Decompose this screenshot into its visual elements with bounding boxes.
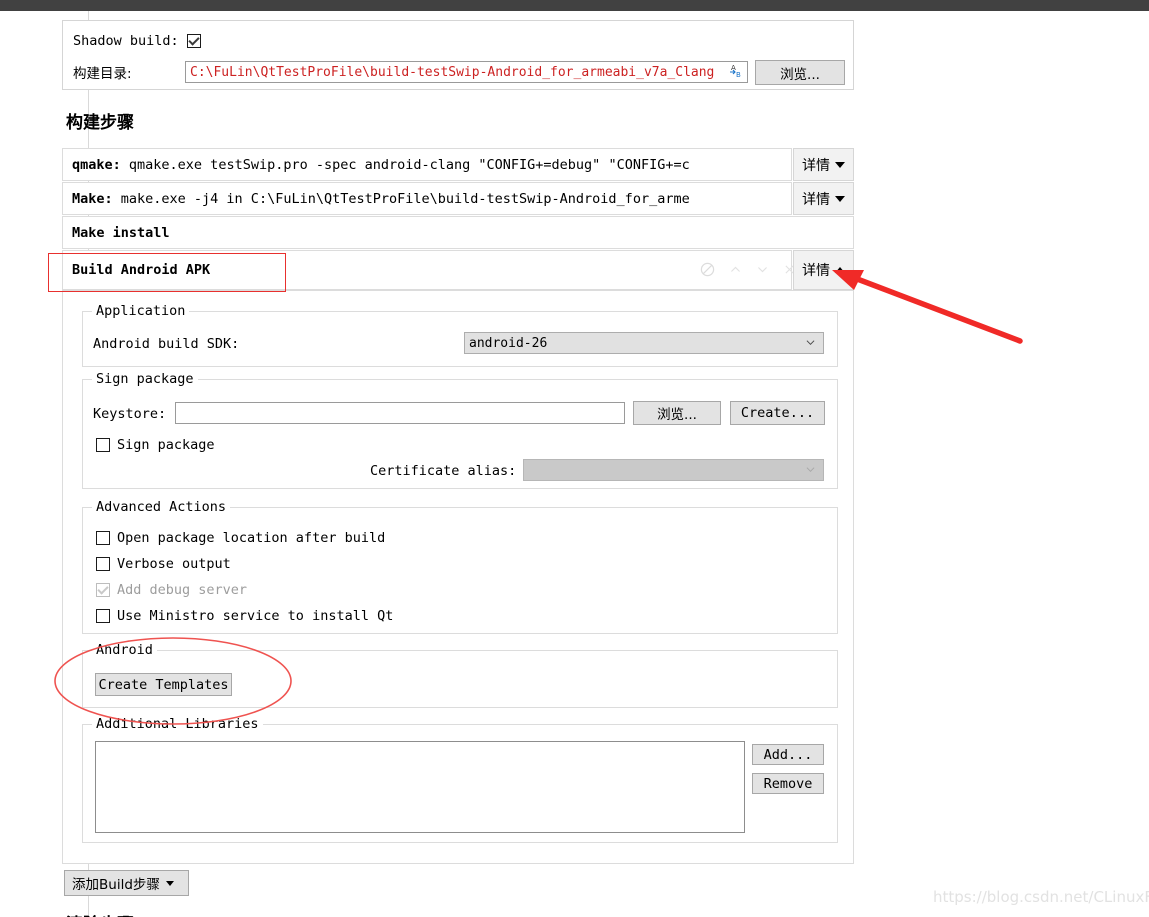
detail-button-qmake-label: 详情 (802, 157, 830, 174)
build-directory-value: C:\FuLin\QtTestProFile\build-testSwip-An… (190, 64, 715, 80)
move-up-icon[interactable] (729, 263, 742, 276)
keystore-label: Keystore: (93, 406, 167, 422)
remove-library-button[interactable]: Remove (752, 773, 824, 794)
build-step-build-android-apk-prefix: Build Android APK (72, 262, 211, 278)
application-group-title: Application (92, 303, 190, 319)
shadow-build-row: Shadow build: (73, 33, 201, 49)
build-directory-row: 构建目录: (73, 62, 132, 82)
build-step-qmake-text: qmake: qmake.exe testSwip.pro -spec andr… (63, 157, 690, 173)
chevron-down-icon (835, 161, 845, 168)
additional-libraries-list[interactable] (95, 741, 745, 833)
android-build-sdk-combo[interactable]: android-26 (464, 332, 824, 354)
svg-text:B: B (736, 71, 741, 79)
add-build-step-button[interactable]: 添加Build步骤 (64, 870, 189, 896)
build-step-make-install-text: Make install (63, 225, 170, 241)
add-debug-server-label: Add debug server (117, 582, 248, 598)
advanced-option-use-ministro[interactable]: Use Ministro service to install Qt (96, 608, 393, 624)
sign-package-checkbox-label: Sign package (117, 437, 215, 453)
screenshot-root: Shadow build: 构建目录: C:\FuLin\QtTestProFi… (0, 0, 1149, 917)
add-library-button[interactable]: Add... (752, 744, 824, 765)
build-step-qmake[interactable]: qmake: qmake.exe testSwip.pro -spec andr… (62, 148, 792, 181)
window-title-bar (0, 0, 1149, 11)
build-directory-browse-button[interactable]: 浏览... (755, 60, 845, 85)
keystore-input[interactable] (175, 402, 625, 424)
move-down-icon[interactable] (756, 263, 769, 276)
disable-icon[interactable] (700, 262, 715, 277)
android-build-sdk-value: android-26 (469, 335, 548, 351)
sign-package-checkbox[interactable] (96, 438, 110, 452)
open-package-location-checkbox[interactable] (96, 531, 110, 545)
build-step-make-install-prefix: Make install (72, 224, 170, 241)
chevron-down-icon (806, 467, 815, 473)
build-step-build-android-apk-text: Build Android APK (63, 262, 210, 278)
advanced-option-verbose-output[interactable]: Verbose output (96, 556, 231, 572)
build-directory-input[interactable]: C:\FuLin\QtTestProFile\build-testSwip-An… (185, 61, 748, 83)
verbose-output-checkbox[interactable] (96, 557, 110, 571)
chevron-down-icon (835, 195, 845, 202)
watermark: https://blog.csdn.net/CLinuxF (933, 888, 1149, 906)
use-ministro-checkbox[interactable] (96, 609, 110, 623)
build-step-make-text: Make: make.exe -j4 in C:\FuLin\QtTestPro… (63, 191, 690, 207)
build-step-make-prefix: Make: (72, 190, 113, 207)
annotation-arrow-to-detail-button (832, 270, 1023, 344)
variable-substitution-icon[interactable]: A B (729, 63, 745, 79)
build-steps-heading: 构建步骤 (66, 113, 134, 133)
chevron-down-icon (806, 340, 815, 346)
detail-button-make[interactable]: 详情 (793, 182, 854, 215)
clear-steps-heading: 清除步骤 (66, 910, 266, 917)
build-step-row-icons (700, 262, 796, 277)
chevron-down-icon (165, 880, 174, 886)
advanced-actions-group-title: Advanced Actions (92, 499, 231, 515)
chevron-up-icon (835, 267, 845, 273)
create-templates-button[interactable]: Create Templates (95, 673, 232, 696)
build-step-qmake-command: qmake.exe testSwip.pro -spec android-cla… (120, 156, 690, 173)
detail-button-build-android-apk-label: 详情 (802, 263, 830, 279)
certificate-alias-label: Certificate alias: (370, 463, 517, 479)
build-step-make-install[interactable]: Make install (62, 216, 854, 249)
detail-button-make-label: 详情 (802, 191, 830, 208)
android-build-sdk-label: Android build SDK: (93, 336, 240, 352)
use-ministro-label: Use Ministro service to install Qt (117, 608, 394, 624)
android-group-title: Android (92, 642, 157, 658)
advanced-option-add-debug-server: Add debug server (96, 582, 247, 598)
sign-package-group-title: Sign package (92, 371, 198, 387)
build-step-qmake-prefix: qmake: (72, 156, 121, 173)
additional-libraries-group-title: Additional Libraries (92, 716, 263, 732)
add-build-step-label: 添加Build步骤 (72, 877, 160, 893)
build-step-make[interactable]: Make: make.exe -j4 in C:\FuLin\QtTestPro… (62, 182, 792, 215)
shadow-build-label: Shadow build: (73, 33, 179, 49)
advanced-option-open-package-location[interactable]: Open package location after build (96, 530, 385, 546)
build-step-build-android-apk[interactable]: Build Android APK (62, 250, 792, 290)
keystore-create-button[interactable]: Create... (730, 401, 825, 425)
keystore-browse-button[interactable]: 浏览... (633, 401, 721, 425)
build-directory-label: 构建目录: (73, 66, 132, 82)
open-package-location-label: Open package location after build (117, 530, 386, 546)
shadow-build-checkbox[interactable] (186, 34, 201, 48)
detail-button-build-android-apk[interactable]: 详情 (793, 250, 854, 290)
certificate-alias-combo[interactable] (523, 459, 824, 481)
sign-package-checkbox-row[interactable]: Sign package (96, 437, 215, 453)
build-step-make-command: make.exe -j4 in C:\FuLin\QtTestProFile\b… (112, 190, 690, 207)
detail-button-qmake[interactable]: 详情 (793, 148, 854, 181)
add-debug-server-checkbox (96, 583, 110, 597)
verbose-output-label: Verbose output (117, 556, 231, 572)
